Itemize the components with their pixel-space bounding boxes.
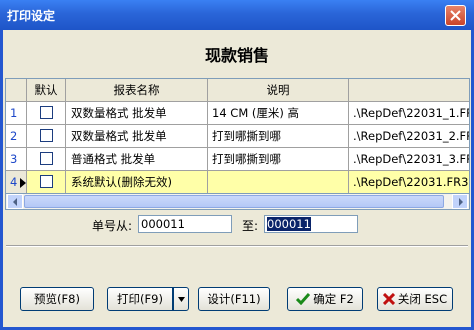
design-button-label: 设计(F11): [207, 292, 261, 306]
grid-header-row: 默认 报表名称 说明: [6, 79, 469, 102]
preview-button[interactable]: 预览(F8): [20, 287, 94, 311]
chevron-right-icon: [458, 197, 463, 206]
description-cell[interactable]: 打到哪撕到哪: [208, 125, 349, 148]
report-name-cell[interactable]: 普通格式 批发单: [66, 148, 208, 171]
scroll-left-button[interactable]: [7, 194, 23, 209]
table-row[interactable]: 2 双数量格式 批发单 打到哪撕到哪 .\RepDef\22031_2.FR3: [6, 125, 469, 148]
close-icon: [450, 10, 461, 21]
report-grid: 默认 报表名称 说明 1 双数量格式 批发单 14 CM (厘米) 高 .\Re…: [5, 78, 470, 210]
close-button[interactable]: 关闭 ESC: [377, 287, 453, 311]
description-cell[interactable]: 打到哪撕到哪: [208, 148, 349, 171]
description-cell[interactable]: 14 CM (厘米) 高: [208, 102, 349, 125]
ok-button-label: 确定 F2: [313, 292, 354, 306]
print-button[interactable]: 打印(F9): [107, 287, 173, 311]
row-number: 4: [6, 171, 27, 194]
path-cell[interactable]: .\RepDef\22031_2.FR3: [349, 125, 469, 148]
default-checkbox[interactable]: [39, 129, 53, 142]
row-pointer-icon: [20, 177, 26, 188]
path-cell[interactable]: .\RepDef\22031.FR3: [349, 171, 469, 194]
divider: [6, 245, 468, 247]
default-checkbox-cell: [27, 125, 66, 148]
ok-button[interactable]: 确定 F2: [287, 287, 363, 311]
x-icon: [382, 293, 395, 305]
design-button[interactable]: 设计(F11): [198, 287, 270, 311]
window-close-button[interactable]: [445, 5, 466, 26]
title-bar: 打印设定: [0, 0, 474, 30]
range-to-value: 000011: [267, 217, 311, 231]
header-path[interactable]: [349, 79, 469, 102]
print-button-label: 打印(F9): [117, 292, 163, 306]
description-cell[interactable]: [208, 171, 349, 194]
report-name-cell[interactable]: 系统默认(删除无效): [66, 171, 208, 194]
row-number: 2: [6, 125, 27, 148]
horizontal-scrollbar[interactable]: [5, 193, 470, 210]
path-cell[interactable]: .\RepDef\22031_1.FR3: [349, 102, 469, 125]
row-number-text: 4: [10, 175, 18, 189]
report-name-cell[interactable]: 双数量格式 批发单: [66, 125, 208, 148]
window-title: 打印设定: [7, 9, 56, 23]
header-description[interactable]: 说明: [208, 79, 349, 102]
header-indicator: [6, 79, 27, 102]
close-button-label: 关闭 ESC: [397, 292, 448, 306]
print-dropdown-button[interactable]: [173, 287, 189, 311]
default-checkbox[interactable]: [39, 175, 53, 188]
preview-button-label: 预览(F8): [34, 292, 80, 306]
range-from-input[interactable]: 000011: [138, 215, 232, 233]
chevron-left-icon: [12, 197, 17, 206]
scroll-right-button[interactable]: [452, 194, 468, 209]
range-from-label: 单号从:: [92, 219, 133, 233]
default-checkbox[interactable]: [39, 152, 53, 165]
scroll-thumb[interactable]: [24, 195, 444, 208]
path-cell[interactable]: .\RepDef\22031_3.FR3: [349, 148, 469, 171]
table-row[interactable]: 3 普通格式 批发单 打到哪撕到哪 .\RepDef\22031_3.FR3: [6, 148, 469, 171]
range-to-label: 至:: [242, 219, 259, 233]
default-checkbox-cell: [27, 171, 66, 194]
table-row-selected[interactable]: 4 系统默认(删除无效) .\RepDef\22031.FR3: [6, 171, 469, 194]
default-checkbox[interactable]: [39, 106, 53, 119]
chevron-down-icon: [177, 296, 185, 302]
header-default[interactable]: 默认: [27, 79, 66, 102]
row-number: 3: [6, 148, 27, 171]
header-report-name[interactable]: 报表名称: [66, 79, 208, 102]
report-heading: 现款销售: [204, 46, 269, 65]
range-to-input[interactable]: 000011: [264, 215, 358, 233]
table-row[interactable]: 1 双数量格式 批发单 14 CM (厘米) 高 .\RepDef\22031_…: [6, 102, 469, 125]
default-checkbox-cell: [27, 102, 66, 125]
checkmark-icon: [296, 293, 311, 305]
report-name-cell[interactable]: 双数量格式 批发单: [66, 102, 208, 125]
row-number: 1: [6, 102, 27, 125]
default-checkbox-cell: [27, 148, 66, 171]
